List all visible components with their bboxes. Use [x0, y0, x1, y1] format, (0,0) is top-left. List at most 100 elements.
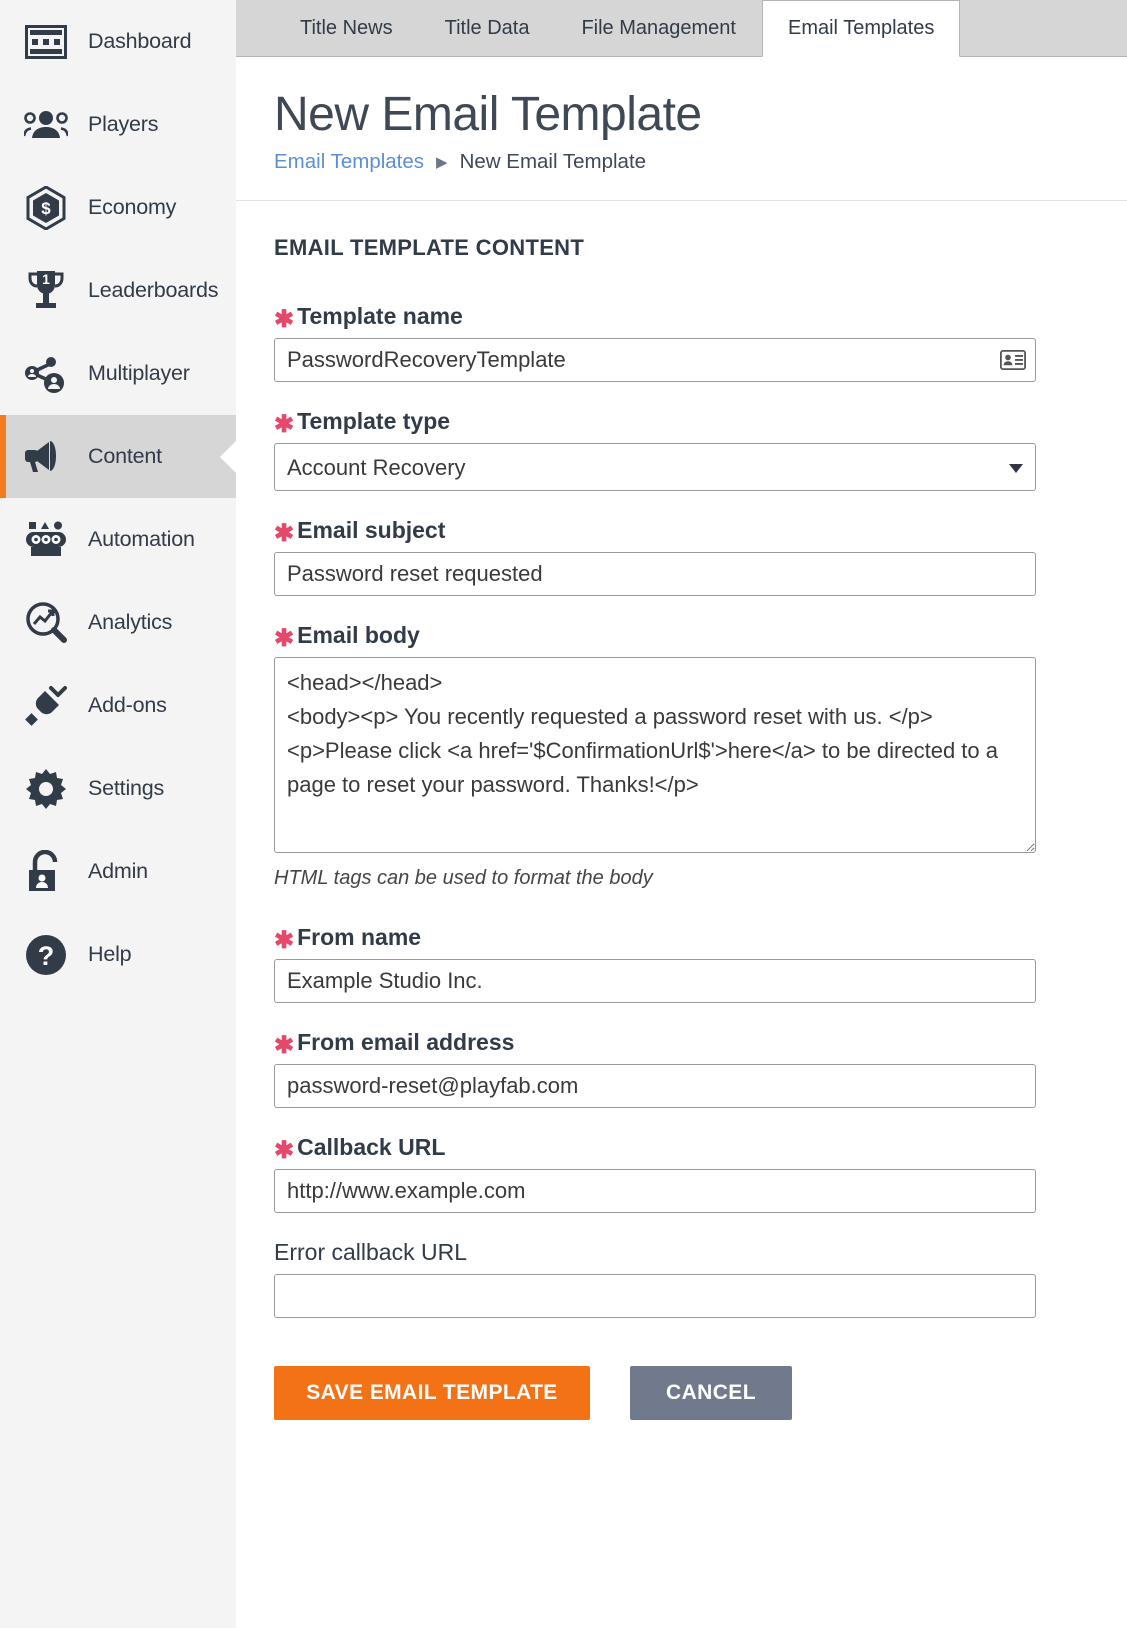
sidebar: Dashboard Players $ Economy 1 Leaderboar…: [0, 0, 236, 1628]
callback-url-input[interactable]: [274, 1169, 1036, 1214]
admin-icon: [22, 848, 70, 896]
tab-email-templates[interactable]: Email Templates: [761, 0, 961, 57]
sidebar-item-players[interactable]: Players: [0, 83, 236, 166]
label-text: Email body: [297, 622, 420, 649]
players-icon: [22, 101, 70, 149]
required-asterisk-icon: ✱: [274, 520, 295, 548]
template-name-input-wrap: [274, 338, 1036, 383]
sidebar-item-automation[interactable]: Automation: [0, 498, 236, 581]
label-template-type: ✱ Template type: [274, 408, 1127, 439]
from-email-input[interactable]: [274, 1064, 1036, 1109]
label-text: From name: [297, 924, 422, 951]
settings-icon: [22, 765, 70, 813]
field-from-name: ✱ From name: [274, 924, 1127, 1004]
label-text: Template type: [297, 408, 451, 435]
tab-label: File Management: [581, 16, 736, 39]
sidebar-item-settings[interactable]: Settings: [0, 747, 236, 830]
from-name-input[interactable]: [274, 959, 1036, 1004]
required-asterisk-icon: ✱: [274, 411, 295, 439]
field-template-name: ✱ Template name: [274, 303, 1127, 383]
sidebar-item-label: Analytics: [88, 610, 173, 634]
sidebar-item-label: Economy: [88, 195, 177, 219]
breadcrumb-separator-icon: ▶: [436, 154, 448, 172]
sidebar-item-multiplayer[interactable]: Multiplayer: [0, 332, 236, 415]
field-email-subject: ✱ Email subject: [274, 517, 1127, 597]
email-body-textarea[interactable]: <head></head> <body><p> You recently req…: [274, 657, 1036, 854]
label-template-name: ✱ Template name: [274, 303, 1127, 334]
sidebar-item-content[interactable]: Content: [0, 415, 236, 498]
dashboard-icon: [22, 18, 70, 66]
save-email-template-button[interactable]: SAVE EMAIL TEMPLATE: [274, 1366, 590, 1421]
email-template-form: EMAIL TEMPLATE CONTENT ✱ Template name ✱: [236, 201, 1127, 1421]
analytics-icon: [22, 599, 70, 647]
main-content: Title News Title Data File Management Em…: [236, 0, 1127, 1628]
field-template-type: ✱ Template type Account Recovery: [274, 408, 1127, 492]
breadcrumb: Email Templates ▶ New Email Template: [274, 150, 1127, 174]
required-asterisk-icon: ✱: [274, 1137, 295, 1165]
section-title: EMAIL TEMPLATE CONTENT: [274, 235, 585, 261]
label-email-body: ✱ Email body: [274, 622, 1127, 653]
tab-label: Title News: [300, 16, 393, 39]
field-callback-url: ✱ Callback URL: [274, 1134, 1127, 1214]
template-type-select-wrap: Account Recovery: [274, 443, 1036, 492]
economy-icon: $: [22, 184, 70, 232]
sidebar-item-dashboard[interactable]: Dashboard: [0, 0, 236, 83]
sidebar-item-label: Content: [88, 444, 162, 468]
help-icon: ?: [22, 931, 70, 979]
automation-icon: [22, 516, 70, 564]
required-asterisk-icon: ✱: [274, 625, 295, 653]
field-email-body: ✱ Email body <head></head> <body><p> You…: [274, 622, 1127, 854]
label-callback-url: ✱ Callback URL: [274, 1134, 1127, 1165]
email-body-help-text: HTML tags can be used to format the body: [274, 867, 653, 890]
sidebar-item-analytics[interactable]: Analytics: [0, 581, 236, 664]
label-email-subject: ✱ Email subject: [274, 517, 1127, 548]
page-header: New Email Template Email Templates ▶ New…: [236, 57, 1127, 202]
required-asterisk-icon: ✱: [274, 306, 295, 334]
sidebar-item-label: Players: [88, 112, 159, 136]
email-subject-input[interactable]: [274, 552, 1036, 597]
sidebar-item-addons[interactable]: Add-ons: [0, 664, 236, 747]
field-from-email: ✱ From email address: [274, 1029, 1127, 1109]
sidebar-item-label: Multiplayer: [88, 361, 190, 385]
error-callback-url-input[interactable]: [274, 1274, 1036, 1319]
form-actions: SAVE EMAIL TEMPLATE CANCEL: [274, 1366, 1127, 1421]
tab-label: Title Data: [444, 16, 530, 39]
label-error-callback-url: Error callback URL: [274, 1239, 1127, 1266]
sidebar-item-help[interactable]: ? Help: [0, 913, 236, 996]
tab-title-news[interactable]: Title News: [274, 0, 419, 56]
multiplayer-icon: [22, 350, 70, 398]
sidebar-item-admin[interactable]: Admin: [0, 830, 236, 913]
sidebar-item-leaderboards[interactable]: 1 Leaderboards: [0, 249, 236, 332]
svg-text:$: $: [41, 199, 51, 218]
addons-icon: [22, 682, 70, 730]
label-from-name: ✱ From name: [274, 924, 1127, 955]
field-error-callback-url: Error callback URL: [274, 1239, 1127, 1319]
content-icon: [22, 433, 70, 481]
tab-label: Email Templates: [787, 17, 935, 39]
label-from-email: ✱ From email address: [274, 1029, 1127, 1060]
svg-text:?: ?: [38, 941, 55, 971]
tab-file-management[interactable]: File Management: [555, 0, 762, 56]
tab-title-data[interactable]: Title Data: [419, 0, 556, 56]
template-type-select[interactable]: Account Recovery: [274, 443, 1036, 492]
template-name-input[interactable]: [274, 338, 1036, 383]
label-text: Callback URL: [297, 1134, 446, 1161]
sidebar-item-label: Leaderboards: [88, 278, 219, 302]
breadcrumb-link-email-templates[interactable]: Email Templates: [274, 150, 424, 174]
sidebar-item-label: Admin: [88, 859, 148, 883]
label-text: Email subject: [297, 517, 446, 544]
sidebar-item-label: Help: [88, 942, 132, 966]
label-text: From email address: [297, 1029, 515, 1056]
tab-bar: Title News Title Data File Management Em…: [236, 0, 1127, 57]
app-root: Dashboard Players $ Economy 1 Leaderboar…: [0, 0, 1127, 1628]
breadcrumb-current: New Email Template: [459, 150, 647, 174]
sidebar-item-label: Settings: [88, 776, 165, 800]
required-asterisk-icon: ✱: [274, 1032, 295, 1060]
label-text: Template name: [297, 303, 463, 330]
cancel-button[interactable]: CANCEL: [630, 1366, 792, 1421]
svg-text:1: 1: [42, 271, 50, 287]
label-text: Error callback URL: [274, 1239, 467, 1266]
sidebar-item-economy[interactable]: $ Economy: [0, 166, 236, 249]
required-asterisk-icon: ✱: [274, 927, 295, 955]
page-title: New Email Template: [274, 88, 702, 141]
